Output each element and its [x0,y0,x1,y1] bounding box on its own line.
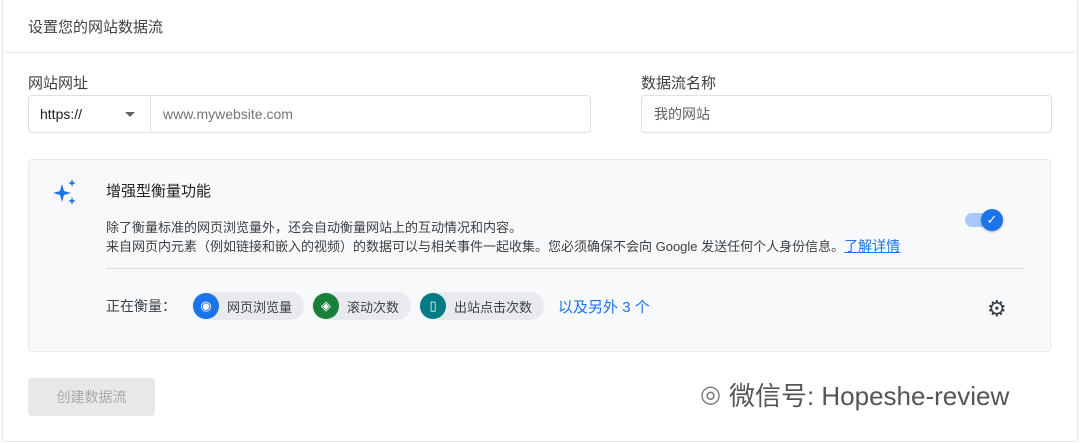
enhanced-measurement-title: 增强型衡量功能 [106,183,212,200]
check-icon: ✓ [981,209,1003,231]
protocol-select[interactable]: https:// [28,95,151,133]
stream-name-label: 数据流名称 [641,75,717,92]
stream-name-input[interactable]: 我的网站 [641,95,1052,133]
learn-more-link[interactable]: 了解详情 [844,238,900,254]
mouse-icon: ▯ [420,293,447,319]
chip-outbound-clicks: ▯ 出站点击次数 [419,292,545,320]
chip-page-views: ◉ 网页浏览量 [192,292,305,320]
chip-scrolls: ◈ 滚动次数 [312,292,412,320]
create-stream-button[interactable]: 创建数据流 [28,378,155,416]
description-line-1: 除了衡量标准的网页浏览量外，还会自动衡量网站上的互动情况和内容。 [106,220,523,235]
divider [3,52,1077,53]
enhanced-measurement-panel: 增强型衡量功能 除了衡量标准的网页浏览量外，还会自动衡量网站上的互动情况和内容。… [28,159,1051,352]
measuring-label: 正在衡量： [106,298,176,314]
eye-icon: ◉ [193,293,219,319]
page-title: 设置您的网站数据流 [28,19,164,36]
website-url-input[interactable]: www.mywebsite.com [150,95,591,133]
gear-icon[interactable]: ⚙ [987,296,1007,322]
url-placeholder: www.mywebsite.com [163,106,293,122]
sparkle-icon [53,179,76,205]
protocol-value: https:// [40,106,83,122]
more-events-link[interactable]: 以及另外 3 个 [558,296,650,317]
description-line-2: 来自网页内元素（例如链接和嵌入的视频）的数据可以与相关事件一起收集。您必须确保不… [106,239,845,254]
website-url-label: 网站网址 [28,75,89,92]
dropdown-arrow-icon [125,112,135,117]
scroll-icon: ◈ [313,293,340,319]
divider [106,268,1024,269]
wechat-icon: ◎ [700,381,721,408]
enhanced-measurement-toggle[interactable]: ✓ [965,209,1005,231]
watermark: ◎ 微信号: Hopeshe-review [700,381,1010,411]
stream-name-placeholder: 我的网站 [654,106,710,122]
